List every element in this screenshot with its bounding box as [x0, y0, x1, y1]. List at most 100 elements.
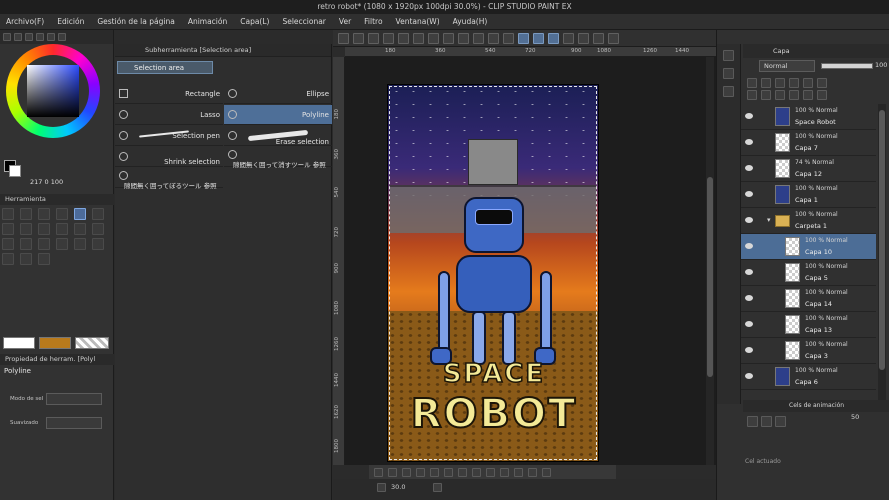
blending-mode-select[interactable]: Normal: [759, 60, 815, 72]
light-table-icon[interactable]: [747, 416, 758, 427]
selection-tool-icon[interactable]: [74, 208, 86, 220]
deselect-icon[interactable]: [488, 32, 499, 44]
figure-tool-icon[interactable]: [56, 238, 68, 250]
layer-row[interactable]: 100 % Normal Space Robot: [741, 104, 876, 130]
cel-register-icon[interactable]: [775, 416, 786, 427]
menu-archivo[interactable]: Archivo(F): [6, 17, 44, 26]
mask-icon[interactable]: [817, 78, 827, 88]
new-file-icon[interactable]: [338, 32, 349, 44]
lock-layer-icon[interactable]: [789, 78, 799, 88]
snap-special-ruler-icon[interactable]: [548, 32, 559, 44]
layer-visibility-icon[interactable]: [745, 373, 753, 379]
navigator-icon[interactable]: [723, 86, 734, 97]
approximate-color-tab-icon[interactable]: [47, 33, 55, 41]
deselect-launcher-icon[interactable]: [374, 467, 383, 477]
color-history-tab-icon[interactable]: [58, 33, 66, 41]
subtool-lasso[interactable]: Lasso: [115, 105, 223, 125]
airbrush-tool-icon[interactable]: [56, 223, 68, 235]
clear-outside-launcher-icon[interactable]: [458, 467, 467, 477]
correct-line-tool-icon[interactable]: [38, 253, 50, 265]
transparent-color-bar[interactable]: [75, 337, 109, 349]
menu-filtro[interactable]: Filtro: [364, 17, 382, 26]
subtool-close-fill[interactable]: 隙間無く囲ってぼるツール 参照: [115, 168, 223, 190]
invert-launcher-icon[interactable]: [402, 467, 411, 477]
antialiasing-buttons[interactable]: [46, 417, 102, 429]
invert-selection-icon[interactable]: [503, 32, 514, 44]
layer-row[interactable]: 100 % Normal Capa 13: [741, 312, 876, 338]
save-icon[interactable]: [368, 32, 379, 44]
transform-icon[interactable]: [473, 32, 484, 44]
open-file-icon[interactable]: [353, 32, 364, 44]
layer-visibility-icon[interactable]: [745, 321, 753, 327]
layer-row[interactable]: 100 % Normal Capa 3: [741, 338, 876, 364]
color-slider-tab-icon[interactable]: [14, 33, 22, 41]
selection-mode-buttons[interactable]: [46, 393, 102, 405]
layer-row[interactable]: 100 % Normal Capa 1: [741, 182, 876, 208]
redo-icon[interactable]: [413, 32, 424, 44]
clear-icon[interactable]: [428, 32, 439, 44]
subtool-erase-selection[interactable]: Erase selection: [224, 126, 332, 146]
layer-opacity-value[interactable]: 100: [875, 61, 887, 69]
layer-visibility-icon[interactable]: [745, 217, 753, 223]
clear-outside-icon[interactable]: [443, 32, 454, 44]
folder-expand-chevron-icon[interactable]: ▾: [767, 216, 771, 224]
new-vector-layer-icon[interactable]: [761, 90, 771, 100]
selection-settings-icon[interactable]: [542, 467, 551, 477]
subtool-close-erase[interactable]: 隙間無く囲って消すツール 参照: [224, 147, 332, 169]
color-wheel-tab-icon[interactable]: [3, 33, 11, 41]
transform-launcher-icon[interactable]: [500, 467, 509, 477]
layer-visibility-icon[interactable]: [745, 139, 753, 145]
menu-seleccionar[interactable]: Seleccionar: [282, 17, 325, 26]
draft-layer-icon[interactable]: [775, 78, 785, 88]
frame-border-tool-icon[interactable]: [74, 238, 86, 250]
fill-tool-icon[interactable]: [20, 238, 32, 250]
snap-grid-icon[interactable]: [563, 32, 574, 44]
zoom-in-icon[interactable]: [433, 483, 442, 492]
layer-opacity-slider[interactable]: [821, 63, 873, 69]
decoration-tool-icon[interactable]: [74, 223, 86, 235]
layer-visibility-icon[interactable]: [745, 243, 753, 249]
show-selection-icon[interactable]: [518, 32, 529, 44]
clear-launcher-icon[interactable]: [444, 467, 453, 477]
canvas-scroll-thumb[interactable]: [707, 177, 713, 377]
snap-perspective-icon[interactable]: [578, 32, 589, 44]
menu-ver[interactable]: Ver: [339, 17, 351, 26]
fill-launcher-icon[interactable]: [514, 467, 523, 477]
subtool-shrink-selection[interactable]: Shrink selection: [115, 147, 223, 167]
menu-capa[interactable]: Capa(L): [240, 17, 269, 26]
canvas-area[interactable]: SPACE ROBOT: [345, 57, 716, 465]
layer-property-icon[interactable]: [723, 50, 734, 61]
layer-row[interactable]: 100 % Normal Capa 6: [741, 364, 876, 390]
layer-visibility-icon[interactable]: [745, 295, 753, 301]
layer-folder-row[interactable]: ▾ 100 % Normal Carpeta 1: [741, 208, 876, 234]
menu-ayuda[interactable]: Ayuda(H): [453, 17, 488, 26]
pencil-tool-icon[interactable]: [20, 223, 32, 235]
layer-row[interactable]: 100 % Normal Capa 7: [741, 130, 876, 156]
layer-visibility-icon[interactable]: [745, 165, 753, 171]
transfer-down-icon[interactable]: [789, 90, 799, 100]
gradient-tool-icon[interactable]: [38, 238, 50, 250]
pen-tool-icon[interactable]: [2, 223, 14, 235]
lock-transparency-icon[interactable]: [803, 78, 813, 88]
settings-icon[interactable]: [608, 32, 619, 44]
blend-tool-icon[interactable]: [2, 238, 14, 250]
shrink-launcher-icon[interactable]: [430, 467, 439, 477]
copy-launcher-icon[interactable]: [472, 467, 481, 477]
delete-layer-icon[interactable]: [817, 90, 827, 100]
sub-color-swatch[interactable]: [9, 165, 21, 177]
search-layer-icon[interactable]: [723, 68, 734, 79]
fill-icon[interactable]: [458, 32, 469, 44]
canvas-vertical-scrollbar[interactable]: [706, 57, 714, 465]
layer-row[interactable]: 100 % Normal Capa 14: [741, 286, 876, 312]
saturation-value-square[interactable]: [27, 65, 79, 117]
layer-list-scrollbar[interactable]: [878, 104, 886, 404]
paste-launcher-icon[interactable]: [486, 467, 495, 477]
sub-draw-color-bar[interactable]: [39, 337, 71, 349]
menu-ventana[interactable]: Ventana(W): [396, 17, 440, 26]
layer-visibility-icon[interactable]: [745, 113, 753, 119]
undo-icon[interactable]: [398, 32, 409, 44]
new-tone-launcher-icon[interactable]: [528, 467, 537, 477]
clip-layer-icon[interactable]: [747, 78, 757, 88]
menu-animacion[interactable]: Animación: [188, 17, 227, 26]
combine-down-icon[interactable]: [803, 90, 813, 100]
